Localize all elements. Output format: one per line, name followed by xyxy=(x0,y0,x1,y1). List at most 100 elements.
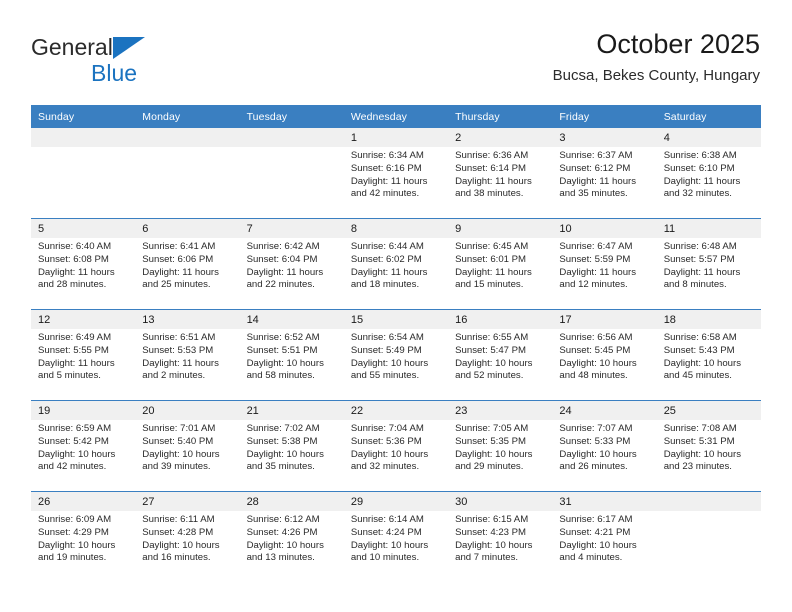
calendar-day-cell[interactable]: 9 Sunrise: 6:45 AM Sunset: 6:01 PM Daylight… xyxy=(448,218,553,310)
calendar-day-cell[interactable]: 4 Sunrise: 6:38 AM Sunset: 6:10 PM Daylight… xyxy=(656,128,761,219)
calendar-day-cell[interactable]: 28 Sunrise: 6:12 AM Sunset: 4:26 PM Dayligh… xyxy=(239,491,344,582)
calendar-day-cell[interactable]: 3 Sunrise: 6:37 AM Sunset: 6:12 PM Daylight… xyxy=(552,128,657,219)
daylight-text-line1: Daylight: 11 hours xyxy=(455,175,532,187)
day-details: Sunrise: 6:17 AM Sunset: 4:21 PM Daylight:… xyxy=(552,511,656,565)
calendar-day-cell[interactable]: 7 Sunrise: 6:42 AM Sunset: 6:04 PM Daylight… xyxy=(239,218,344,310)
sunset-text: Sunset: 4:23 PM xyxy=(455,526,527,538)
sunrise-text: Sunrise: 6:38 AM xyxy=(663,150,737,161)
calendar-day-cell[interactable]: 19 Sunrise: 6:59 AM Sunset: 5:42 PM Dayligh… xyxy=(31,400,136,492)
weekday-header-tuesday: Tuesday xyxy=(239,105,344,128)
daylight-text-line1: Daylight: 10 hours xyxy=(455,357,533,369)
sunset-text: Sunset: 6:02 PM xyxy=(350,253,422,265)
day-number: 21 xyxy=(239,401,344,420)
calendar-day-cell[interactable]: 22 Sunrise: 7:04 AM Sunset: 5:36 PM Dayligh… xyxy=(343,400,449,492)
sunset-text: Sunset: 5:57 PM xyxy=(663,253,735,265)
daylight-text-line2: and 32 minutes. xyxy=(350,461,420,473)
calendar-day-cell[interactable]: 14 Sunrise: 6:52 AM Sunset: 5:51 PM Dayligh… xyxy=(239,309,344,401)
calendar-day-cell[interactable]: 24 Sunrise: 7:07 AM Sunset: 5:33 PM Dayligh… xyxy=(552,400,657,492)
calendar-day-cell[interactable]: 2 Sunrise: 6:36 AM Sunset: 6:14 PM Daylight… xyxy=(448,128,553,219)
calendar-day-cell[interactable]: 16 Sunrise: 6:55 AM Sunset: 5:47 PM Dayligh… xyxy=(448,309,553,401)
daylight-text-line1: Daylight: 11 hours xyxy=(663,266,741,278)
daylight-text-line2: and 5 minutes. xyxy=(38,370,101,382)
calendar-day-cell[interactable]: 18 Sunrise: 6:58 AM Sunset: 5:43 PM Dayligh… xyxy=(656,309,761,401)
calendar-day-cell[interactable]: 17 Sunrise: 6:56 AM Sunset: 5:45 PM Dayligh… xyxy=(552,309,657,401)
daylight-text-line2: and 39 minutes. xyxy=(142,461,211,473)
calendar-day-cell[interactable]: 21 Sunrise: 7:02 AM Sunset: 5:38 PM Dayligh… xyxy=(239,400,344,492)
calendar-cell-empty xyxy=(135,128,240,219)
calendar-day-cell[interactable]: 23 Sunrise: 7:05 AM Sunset: 5:35 PM Dayligh… xyxy=(448,400,553,492)
sunset-text: Sunset: 6:16 PM xyxy=(350,162,422,174)
day-number: 15 xyxy=(343,310,449,329)
day-number: 2 xyxy=(448,128,553,147)
sunrise-text: Sunrise: 7:01 AM xyxy=(142,423,216,434)
daylight-text-line2: and 48 minutes. xyxy=(559,370,628,382)
day-details: Sunrise: 6:58 AM Sunset: 5:43 PM Daylight:… xyxy=(657,329,761,383)
calendar-day-cell[interactable]: 8 Sunrise: 6:44 AM Sunset: 6:02 PM Daylight… xyxy=(343,218,449,310)
day-number: 9 xyxy=(448,219,553,238)
calendar-day-cell[interactable]: 1 Sunrise: 6:34 AM Sunset: 6:16 PM Daylight… xyxy=(343,128,449,219)
daylight-text-line1: Daylight: 10 hours xyxy=(350,539,429,551)
calendar-day-cell[interactable]: 25 Sunrise: 7:08 AM Sunset: 5:31 PM Dayligh… xyxy=(656,400,761,492)
calendar-day-cell[interactable]: 6 Sunrise: 6:41 AM Sunset: 6:06 PM Daylight… xyxy=(135,218,240,310)
calendar-day-cell[interactable]: 12 Sunrise: 6:49 AM Sunset: 5:55 PM Dayligh… xyxy=(31,309,136,401)
daylight-text-line2: and 25 minutes. xyxy=(142,279,211,291)
sunrise-text: Sunrise: 6:49 AM xyxy=(38,332,112,343)
daylight-text-line2: and 45 minutes. xyxy=(663,370,732,382)
daylight-text-line1: Daylight: 11 hours xyxy=(142,357,219,369)
sunrise-text: Sunrise: 6:12 AM xyxy=(246,514,320,525)
weekday-header-sunday: Sunday xyxy=(31,105,136,128)
sunset-text: Sunset: 5:45 PM xyxy=(559,344,631,356)
daylight-text-line2: and 42 minutes. xyxy=(38,461,107,473)
sunset-text: Sunset: 5:55 PM xyxy=(38,344,109,356)
calendar-day-cell[interactable]: 29 Sunrise: 6:14 AM Sunset: 4:24 PM Dayligh… xyxy=(343,491,449,582)
calendar-table: Sunday Monday Tuesday Wednesday Thursday Frid… xyxy=(31,105,761,582)
daylight-text-line1: Daylight: 10 hours xyxy=(350,448,429,460)
daylight-text-line1: Daylight: 10 hours xyxy=(142,448,220,460)
day-details: Sunrise: 6:54 AM Sunset: 5:49 PM Daylight:… xyxy=(344,329,448,383)
daylight-text-line2: and 12 minutes. xyxy=(559,279,628,291)
day-number: 5 xyxy=(31,219,136,238)
daylight-text-line1: Daylight: 11 hours xyxy=(559,175,637,187)
day-details: Sunrise: 7:07 AM Sunset: 5:33 PM Daylight:… xyxy=(552,420,656,474)
daylight-text-line2: and 35 minutes. xyxy=(559,188,628,200)
day-number: 25 xyxy=(656,401,761,420)
calendar-day-cell[interactable]: 5 Sunrise: 6:40 AM Sunset: 6:08 PM Daylight… xyxy=(31,218,136,310)
daylight-text-line1: Daylight: 10 hours xyxy=(559,448,637,460)
sunset-text: Sunset: 5:38 PM xyxy=(246,435,318,447)
sunrise-text: Sunrise: 7:04 AM xyxy=(350,423,424,434)
calendar-day-cell[interactable]: 20 Sunrise: 7:01 AM Sunset: 5:40 PM Dayligh… xyxy=(135,400,240,492)
daylight-text-line2: and 42 minutes. xyxy=(350,188,420,200)
calendar-day-cell[interactable]: 30 Sunrise: 6:15 AM Sunset: 4:23 PM Dayligh… xyxy=(448,491,553,582)
daylight-text-line2: and 10 minutes. xyxy=(350,552,420,564)
brand-logo-top-row: General xyxy=(31,33,251,61)
day-number: 16 xyxy=(448,310,553,329)
daylight-text-line1: Daylight: 10 hours xyxy=(246,357,324,369)
day-number: 18 xyxy=(656,310,761,329)
sunrise-text: Sunrise: 7:08 AM xyxy=(663,423,737,434)
daylight-text-line2: and 23 minutes. xyxy=(663,461,732,473)
daylight-text-line2: and 15 minutes. xyxy=(455,279,524,291)
daylight-text-line1: Daylight: 10 hours xyxy=(559,539,637,551)
sunrise-text: Sunrise: 6:58 AM xyxy=(663,332,737,343)
calendar-day-cell[interactable]: 13 Sunrise: 6:51 AM Sunset: 5:53 PM Dayligh… xyxy=(135,309,240,401)
day-details: Sunrise: 6:52 AM Sunset: 5:51 PM Daylight:… xyxy=(240,329,344,383)
brand-logo[interactable]: General Blue xyxy=(31,33,251,87)
sunrise-text: Sunrise: 6:51 AM xyxy=(142,332,216,343)
daylight-text-line1: Daylight: 11 hours xyxy=(559,266,637,278)
calendar-day-cell[interactable]: 31 Sunrise: 6:17 AM Sunset: 4:21 PM Dayligh… xyxy=(552,491,657,582)
daylight-text-line1: Daylight: 11 hours xyxy=(246,266,324,278)
calendar-day-cell[interactable]: 27 Sunrise: 6:11 AM Sunset: 4:28 PM Dayligh… xyxy=(135,491,240,582)
daylight-text-line1: Daylight: 10 hours xyxy=(663,448,742,460)
sunset-text: Sunset: 5:49 PM xyxy=(350,344,422,356)
sunrise-text: Sunrise: 6:55 AM xyxy=(455,332,529,343)
calendar-day-cell[interactable]: 11 Sunrise: 6:48 AM Sunset: 5:57 PM Dayligh… xyxy=(656,218,761,310)
sunset-text: Sunset: 5:59 PM xyxy=(559,253,631,265)
calendar-day-cell[interactable]: 15 Sunrise: 6:54 AM Sunset: 5:49 PM Dayligh… xyxy=(343,309,449,401)
calendar-day-cell[interactable]: 10 Sunrise: 6:47 AM Sunset: 5:59 PM Dayligh… xyxy=(552,218,657,310)
daylight-text-line2: and 16 minutes. xyxy=(142,552,211,564)
day-details: Sunrise: 6:55 AM Sunset: 5:47 PM Daylight:… xyxy=(448,329,552,383)
calendar-day-cell[interactable]: 26 Sunrise: 6:09 AM Sunset: 4:29 PM Dayligh… xyxy=(31,491,136,582)
daylight-text-line2: and 55 minutes. xyxy=(350,370,420,382)
day-number: 12 xyxy=(31,310,136,329)
sunrise-text: Sunrise: 6:14 AM xyxy=(350,514,424,525)
